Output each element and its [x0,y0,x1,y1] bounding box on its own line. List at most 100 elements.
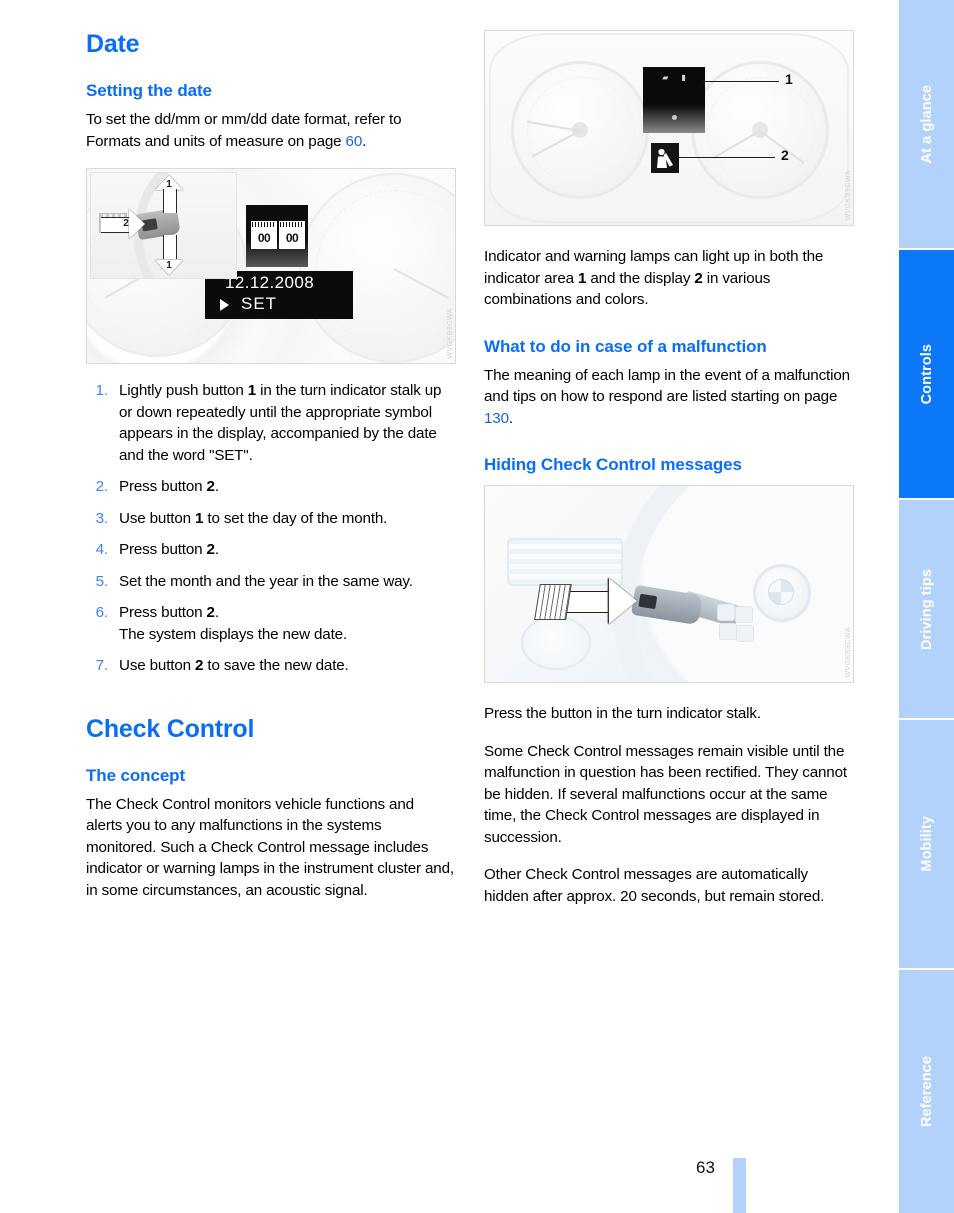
page-ref-60[interactable]: 60 [346,133,363,150]
step-number: 4. [95,541,109,558]
figure-instrument-cluster: ▰ ▮ 1 2 WVGKB9CWA [484,30,854,226]
calendar-icon-left: 00 [251,221,277,249]
stalk-button [638,593,658,610]
other-messages-paragraph: Other Check Control messages are automat… [484,866,825,905]
sidebar-item-mobility[interactable]: Mobility [899,720,954,968]
list-item: 1. Lightly push button 1 in the turn indi… [86,380,454,466]
heading-check-control: Check Control [86,714,255,743]
figure-turn-indicator-stalk: WVGKB9CWA [484,485,854,683]
figure-date-setting: 00 00 12.12.2008 SET 1 1 2 WVGKB9CWA [86,168,456,364]
arrow-down-callout-1: 1 [155,235,183,275]
press-button-paragraph: Press the button in the turn indicator s… [484,705,761,722]
callout-leader-line-1 [703,81,779,82]
tab-label: Mobility [918,816,935,872]
speedometer-dial [511,61,649,199]
turn-indicator-stalk-inset: 1 1 2 [90,172,237,279]
wheel-button [735,606,753,623]
arrow-right-callout-2: 2 [101,209,145,239]
callout-label-1-up: 1 [166,179,172,190]
wheel-button [736,625,754,642]
right-column: ▰ ▮ 1 2 WVGKB9CWA Indicator and warning … [484,30,854,907]
steering-wheel [613,486,853,682]
step-text-b: to set the day of the month. [203,509,388,527]
heading-malfunction: What to do in case of a malfunction [484,336,767,356]
lamp-dot-icon [672,115,677,120]
list-item: 6. Press button 2. The system displays th… [86,602,454,645]
step-bold-ref: 2 [206,478,215,495]
indicator-bold-2: 2 [694,269,703,287]
arrow-pointing-to-button [561,578,637,624]
indicator-text-b: and the display [586,269,695,287]
headlight-switch [521,616,591,670]
malfunction-text-after: . [508,409,513,427]
sidebar-item-driving-tips[interactable]: Driving tips [899,500,954,718]
callout-number-2: 2 [781,147,789,163]
page-title: Date [86,30,140,58]
arrow-up-callout-1: 1 [155,175,183,213]
step-number: 3. [95,509,109,527]
date-setting-steps: 1. Lightly push button 1 in the turn indi… [86,380,454,677]
page-ref-130[interactable]: 130 [484,410,509,427]
indicator-lamps: ▰ ▮ [643,73,705,82]
arrow-stem [163,189,177,213]
figure-watermark: WVGKB9CWA [447,308,454,359]
display-set-label: SET [241,294,278,313]
arrow-grip-detail [534,584,572,620]
step-bold-ref: 1 [247,382,257,399]
step-number: 7. [95,657,109,674]
step-text-a: Use button [119,509,196,527]
seatbelt-warning-lamp [651,143,679,173]
list-item: 5. Set the month and the year in the same… [86,571,454,593]
step-number: 6. [95,604,109,621]
tab-label: Reference [918,1055,935,1128]
sidebar-item-at-a-glance[interactable]: At a glance [899,0,954,248]
sidebar-item-controls[interactable]: Controls [899,250,954,498]
step-text-b: to save the new date. [203,657,349,674]
tab-label: Controls [918,343,935,405]
list-item: 2. Press button 2. [86,476,454,498]
display-date-value: 12.12.2008 [225,273,315,292]
step-text-a: Press button [119,541,207,558]
callout-number-1: 1 [785,71,793,87]
heading-the-concept: The concept [86,765,186,785]
callout-label-1-down: 1 [166,260,172,271]
malfunction-paragraph: The meaning of each lamp in the event of… [484,365,852,430]
steering-wheel-emblem [753,564,811,622]
intro-text-after: . [362,132,367,150]
steering-wheel-buttons [717,604,754,642]
indicator-paragraph: Indicator and warning lamps can light up… [484,246,852,311]
step-text-a: Press button [119,478,207,495]
step-number: 1. [95,382,109,399]
heading-setting-the-date: Setting the date [86,81,212,100]
step-number: 5. [95,572,109,590]
step-text-b: . [214,541,219,558]
step-text-a: Lightly push button [119,382,248,399]
page-number-bar [733,1158,746,1213]
intro-paragraph: To set the dd/mm or mm/dd date format, r… [86,109,454,152]
step-bold-ref: 2 [206,604,215,621]
list-item: 4. Press button 2. [86,539,454,561]
figure-watermark: WVGKB9CWA [845,170,852,221]
caret-right-icon [220,299,229,311]
calendar-left-value: 00 [257,230,271,245]
step-text-a: Set the month and the year in the same w… [119,572,413,590]
step-text-a: Press button [119,604,207,621]
concept-paragraph: The Check Control monitors vehicle funct… [86,795,454,899]
calendar-right-value: 00 [285,230,299,245]
step-number: 2. [95,478,109,495]
tab-label: Driving tips [918,568,935,650]
step-text-b: . [214,478,219,495]
callout-label-2: 2 [123,218,129,229]
section-navigation-tabs: At a glance Controls Driving tips Mobili… [899,0,954,1213]
seatbelt-icon [657,148,673,168]
left-column: Date Setting the date To set the dd/mm o… [86,30,456,901]
malfunction-text-before: The meaning of each lamp in the event of… [484,366,850,406]
calendar-icon-right: 00 [279,221,305,249]
sidebar-item-reference[interactable]: Reference [899,970,954,1213]
callout-leader-line-2 [679,157,775,158]
arrow-right-icon [609,578,637,624]
indicator-area-display: ▰ ▮ [643,67,705,133]
wheel-button [717,604,735,621]
wheel-button [719,623,737,640]
list-item: 7. Use button 2 to save the new date. [86,655,454,677]
